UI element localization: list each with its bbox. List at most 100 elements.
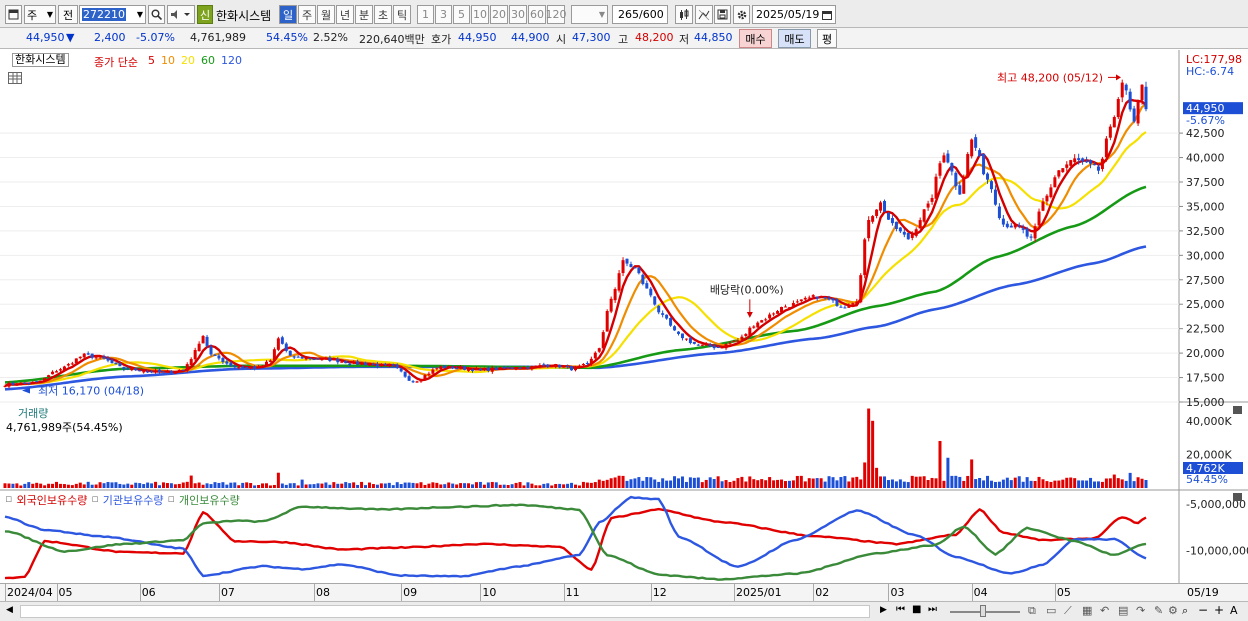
- tab-interval-20[interactable]: 20: [490, 5, 508, 24]
- sell-button[interactable]: 매도: [778, 29, 811, 48]
- zoom-slider-handle[interactable]: [980, 605, 986, 617]
- date-input[interactable]: 2025/05/19: [752, 5, 836, 24]
- ma-legend-20: 20: [181, 54, 195, 67]
- volume-bar: [1021, 481, 1025, 488]
- stock-code-value: 272210: [82, 8, 126, 21]
- rect-icon[interactable]: ▭: [1046, 604, 1056, 617]
- candle-body: [320, 357, 324, 361]
- prev-button[interactable]: 전: [58, 5, 78, 24]
- tab-interval-60[interactable]: 60: [528, 5, 546, 24]
- volume-bar: [352, 482, 356, 488]
- price-tick: 17,500: [1186, 372, 1225, 385]
- close-icon[interactable]: [1233, 493, 1242, 501]
- scrollbar-track[interactable]: [20, 605, 870, 618]
- volume-bar: [665, 480, 669, 488]
- zoom-out-icon[interactable]: −: [1198, 603, 1208, 617]
- volume-bar: [1104, 478, 1108, 488]
- candle-body: [142, 371, 146, 373]
- zoom-in-icon[interactable]: +: [1214, 603, 1224, 617]
- candle-body: [209, 346, 213, 355]
- table-icon[interactable]: [8, 72, 22, 84]
- speaker-icon[interactable]: [167, 5, 195, 24]
- volume-bar: [815, 478, 819, 488]
- tab-interval-30[interactable]: 30: [509, 5, 527, 24]
- candle-icon[interactable]: [675, 5, 693, 24]
- volume-bar: [986, 475, 990, 488]
- line-icon[interactable]: ⟋: [1064, 604, 1072, 618]
- gear-icon[interactable]: ⚙: [1168, 604, 1178, 617]
- search-icon[interactable]: [148, 5, 165, 24]
- candle-body: [340, 361, 344, 363]
- candle-body: [653, 296, 657, 305]
- volume-bar: [902, 481, 906, 488]
- ma-legend: 5 10 20 60 120: [148, 54, 242, 67]
- candle-body: [126, 368, 130, 370]
- candle-body: [974, 137, 978, 148]
- volume-bar: [811, 478, 815, 488]
- save-icon[interactable]: [714, 5, 731, 24]
- close-icon[interactable]: [1233, 406, 1242, 414]
- scroll-left-icon[interactable]: ◀: [6, 605, 13, 615]
- layers-icon[interactable]: ▤: [1118, 604, 1128, 617]
- volume-bar: [526, 482, 530, 488]
- volume-bar: [35, 482, 39, 488]
- candle-body: [66, 364, 70, 366]
- volume-bar: [158, 485, 162, 488]
- redo-icon[interactable]: ↷: [1136, 604, 1145, 617]
- tab-interval-5[interactable]: 5: [453, 5, 470, 24]
- crosshair-line-icon[interactable]: [695, 5, 713, 24]
- volume-bar: [142, 484, 146, 488]
- volume-bar: [914, 476, 918, 488]
- window-menu-icon[interactable]: [5, 5, 22, 24]
- volume-bar: [126, 483, 130, 488]
- count-input[interactable]: 265/600: [612, 5, 668, 24]
- grid-icon[interactable]: ▦: [1082, 604, 1092, 617]
- tab-period-6[interactable]: 틱: [393, 5, 411, 24]
- last-page-icon[interactable]: ⏭: [928, 604, 937, 615]
- tab-interval-120[interactable]: 120: [546, 5, 567, 24]
- volume-bar: [1033, 480, 1037, 488]
- volume-bar: [863, 462, 867, 488]
- candle-body: [815, 296, 819, 299]
- candle-body: [70, 363, 74, 365]
- volume-bar: [562, 484, 566, 488]
- volume-bar: [1112, 474, 1116, 488]
- zoom-icon[interactable]: ⌕: [1182, 604, 1188, 618]
- tab-period-1[interactable]: 주: [298, 5, 316, 24]
- tab-interval-10[interactable]: 10: [471, 5, 489, 24]
- stock-code-input[interactable]: 272210 ▼: [79, 5, 146, 24]
- volume-bar: [241, 482, 245, 488]
- candle-body: [459, 366, 463, 368]
- scroll-right-icon[interactable]: ▶: [880, 605, 887, 615]
- font-size-icon[interactable]: A: [1230, 604, 1238, 617]
- gear-icon[interactable]: [733, 5, 750, 24]
- average-button[interactable]: 평: [817, 29, 837, 48]
- tab-period-4[interactable]: 분: [355, 5, 373, 24]
- tab-period-3[interactable]: 년: [336, 5, 354, 24]
- holding-line-0: [4, 507, 1147, 580]
- volume-bar: [641, 480, 645, 488]
- undo-icon[interactable]: ↶: [1100, 604, 1109, 617]
- volume-bar: [31, 483, 35, 488]
- tab-period-5[interactable]: 초: [374, 5, 392, 24]
- interval-tabs: 1 3 5 10 20 30 60 120: [417, 5, 567, 24]
- wand-icon[interactable]: ✎: [1154, 604, 1163, 617]
- candle-body: [1017, 225, 1021, 227]
- candle-body: [86, 353, 90, 355]
- copy-icon[interactable]: ⧉: [1028, 604, 1036, 618]
- interval-input[interactable]: ▼: [571, 5, 608, 24]
- first-page-icon[interactable]: ⏮: [896, 604, 905, 615]
- volume-bar: [823, 481, 827, 488]
- hc-label: HC:-6.74: [1186, 65, 1234, 78]
- buy-button[interactable]: 매수: [739, 29, 772, 48]
- volume-bar: [403, 482, 407, 488]
- market-select[interactable]: 주 ▼: [24, 5, 56, 24]
- tab-period-2[interactable]: 월: [317, 5, 335, 24]
- tab-interval-3[interactable]: 3: [435, 5, 452, 24]
- volume-bar: [752, 479, 756, 488]
- tab-period-0[interactable]: 일: [279, 5, 297, 24]
- candle-body: [1120, 82, 1124, 98]
- tab-interval-1[interactable]: 1: [417, 5, 434, 24]
- candle-body: [150, 371, 154, 373]
- stop-icon[interactable]: ■: [912, 604, 921, 615]
